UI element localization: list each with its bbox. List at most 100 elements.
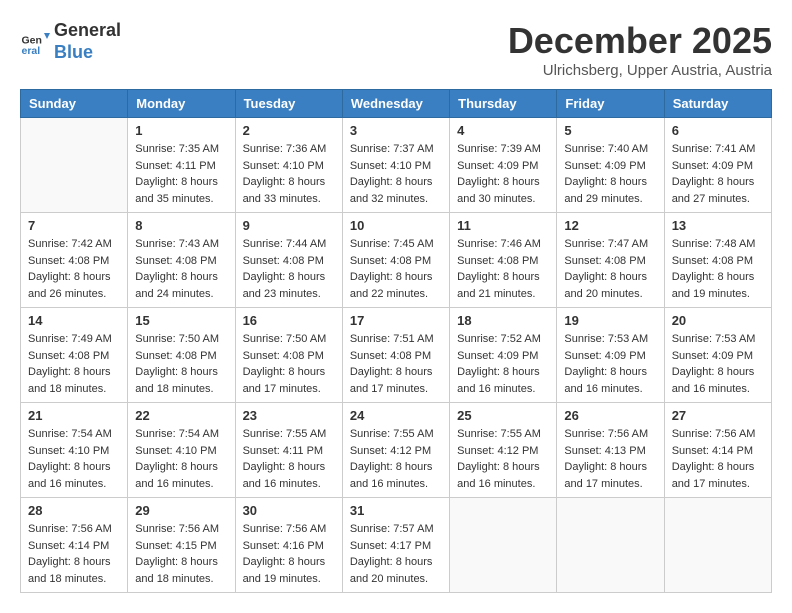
svg-text:eral: eral xyxy=(22,45,41,57)
calendar-week-row: 21 Sunrise: 7:54 AMSunset: 4:10 PMDayligh… xyxy=(21,403,772,498)
calendar-cell xyxy=(450,498,557,593)
day-number: 24 xyxy=(350,408,442,423)
day-info: Sunrise: 7:40 AMSunset: 4:09 PMDaylight:… xyxy=(564,141,656,207)
calendar-cell: 29 Sunrise: 7:56 AMSunset: 4:15 PMDayligh… xyxy=(128,498,235,593)
col-header-wednesday: Wednesday xyxy=(342,90,449,118)
day-info: Sunrise: 7:56 AMSunset: 4:16 PMDaylight:… xyxy=(243,521,335,587)
day-info: Sunrise: 7:48 AMSunset: 4:08 PMDaylight:… xyxy=(672,236,764,302)
calendar-cell: 12Sunrise: 7:47 AMSunset: 4:08 PMDayligh… xyxy=(557,213,664,308)
day-number: 26 xyxy=(564,408,656,423)
calendar-cell: 13 Sunrise: 7:48 AMSunset: 4:08 PMDayligh… xyxy=(664,213,771,308)
day-info: Sunrise: 7:55 AMSunset: 4:12 PMDaylight:… xyxy=(457,426,549,492)
month-title: December 2025 xyxy=(508,20,772,62)
calendar-cell: 16Sunrise: 7:50 AMSunset: 4:08 PMDayligh… xyxy=(235,308,342,403)
col-header-thursday: Thursday xyxy=(450,90,557,118)
day-info: Sunrise: 7:52 AMSunset: 4:09 PMDaylight:… xyxy=(457,331,549,397)
day-number: 31 xyxy=(350,503,442,518)
calendar-header-row: SundayMondayTuesdayWednesdayThursdayFrid… xyxy=(21,90,772,118)
location: Ulrichsberg, Upper Austria, Austria xyxy=(508,62,772,79)
day-number: 11 xyxy=(457,218,549,233)
calendar-cell: 6Sunrise: 7:41 AMSunset: 4:09 PMDaylight… xyxy=(664,118,771,213)
day-number: 15 xyxy=(135,313,227,328)
day-number: 10 xyxy=(350,218,442,233)
logo-icon: Gen eral xyxy=(20,27,50,57)
day-info: Sunrise: 7:35 AMSunset: 4:11 PMDaylight:… xyxy=(135,141,227,207)
day-info: Sunrise: 7:42 AMSunset: 4:08 PMDaylight:… xyxy=(28,236,120,302)
day-info: Sunrise: 7:56 AMSunset: 4:14 PMDaylight:… xyxy=(672,426,764,492)
col-header-sunday: Sunday xyxy=(21,90,128,118)
calendar-cell: 1 Sunrise: 7:35 AMSunset: 4:11 PMDaylight… xyxy=(128,118,235,213)
calendar-cell: 17Sunrise: 7:51 AMSunset: 4:08 PMDayligh… xyxy=(342,308,449,403)
day-info: Sunrise: 7:53 AMSunset: 4:09 PMDaylight:… xyxy=(672,331,764,397)
day-info: Sunrise: 7:56 AMSunset: 4:15 PMDaylight:… xyxy=(135,521,227,587)
day-info: Sunrise: 7:41 AMSunset: 4:09 PMDaylight:… xyxy=(672,141,764,207)
day-number: 25 xyxy=(457,408,549,423)
calendar-cell: 14Sunrise: 7:49 AMSunset: 4:08 PMDayligh… xyxy=(21,308,128,403)
day-number: 21 xyxy=(28,408,120,423)
day-number: 18 xyxy=(457,313,549,328)
day-info: Sunrise: 7:54 AMSunset: 4:10 PMDaylight:… xyxy=(28,426,120,492)
day-info: Sunrise: 7:39 AMSunset: 4:09 PMDaylight:… xyxy=(457,141,549,207)
calendar-cell: 10 Sunrise: 7:45 AMSunset: 4:08 PMDayligh… xyxy=(342,213,449,308)
day-number: 23 xyxy=(243,408,335,423)
col-header-saturday: Saturday xyxy=(664,90,771,118)
calendar-week-row: 7 Sunrise: 7:42 AMSunset: 4:08 PMDaylight… xyxy=(21,213,772,308)
day-number: 29 xyxy=(135,503,227,518)
day-number: 9 xyxy=(243,218,335,233)
title-block: December 2025 Ulrichsberg, Upper Austria… xyxy=(508,20,772,79)
calendar-cell: 5 Sunrise: 7:40 AMSunset: 4:09 PMDaylight… xyxy=(557,118,664,213)
day-info: Sunrise: 7:56 AMSunset: 4:13 PMDaylight:… xyxy=(564,426,656,492)
calendar-cell: 3Sunrise: 7:37 AMSunset: 4:10 PMDaylight… xyxy=(342,118,449,213)
calendar-cell: 31 Sunrise: 7:57 AMSunset: 4:17 PMDayligh… xyxy=(342,498,449,593)
day-number: 30 xyxy=(243,503,335,518)
day-number: 27 xyxy=(672,408,764,423)
calendar-cell: 21 Sunrise: 7:54 AMSunset: 4:10 PMDayligh… xyxy=(21,403,128,498)
col-header-tuesday: Tuesday xyxy=(235,90,342,118)
calendar-cell xyxy=(664,498,771,593)
calendar-cell: 28Sunrise: 7:56 AMSunset: 4:14 PMDayligh… xyxy=(21,498,128,593)
day-number: 5 xyxy=(564,123,656,138)
calendar-cell: 15Sunrise: 7:50 AMSunset: 4:08 PMDayligh… xyxy=(128,308,235,403)
calendar-cell xyxy=(557,498,664,593)
calendar-cell xyxy=(21,118,128,213)
calendar-cell: 23Sunrise: 7:55 AMSunset: 4:11 PMDayligh… xyxy=(235,403,342,498)
calendar-week-row: 1 Sunrise: 7:35 AMSunset: 4:11 PMDaylight… xyxy=(21,118,772,213)
day-info: Sunrise: 7:37 AMSunset: 4:10 PMDaylight:… xyxy=(350,141,442,207)
day-info: Sunrise: 7:51 AMSunset: 4:08 PMDaylight:… xyxy=(350,331,442,397)
day-number: 4 xyxy=(457,123,549,138)
calendar-week-row: 28Sunrise: 7:56 AMSunset: 4:14 PMDayligh… xyxy=(21,498,772,593)
day-info: Sunrise: 7:53 AMSunset: 4:09 PMDaylight:… xyxy=(564,331,656,397)
day-number: 20 xyxy=(672,313,764,328)
day-info: Sunrise: 7:46 AMSunset: 4:08 PMDaylight:… xyxy=(457,236,549,302)
logo-blue-text: Blue xyxy=(54,42,93,62)
day-info: Sunrise: 7:36 AMSunset: 4:10 PMDaylight:… xyxy=(243,141,335,207)
day-info: Sunrise: 7:44 AMSunset: 4:08 PMDaylight:… xyxy=(243,236,335,302)
day-info: Sunrise: 7:45 AMSunset: 4:08 PMDaylight:… xyxy=(350,236,442,302)
day-number: 7 xyxy=(28,218,120,233)
day-number: 14 xyxy=(28,313,120,328)
day-number: 8 xyxy=(135,218,227,233)
logo: Gen eral General Blue xyxy=(20,20,121,63)
calendar-cell: 26 Sunrise: 7:56 AMSunset: 4:13 PMDayligh… xyxy=(557,403,664,498)
col-header-friday: Friday xyxy=(557,90,664,118)
calendar-cell: 18 Sunrise: 7:52 AMSunset: 4:09 PMDayligh… xyxy=(450,308,557,403)
col-header-monday: Monday xyxy=(128,90,235,118)
day-info: Sunrise: 7:43 AMSunset: 4:08 PMDaylight:… xyxy=(135,236,227,302)
day-number: 19 xyxy=(564,313,656,328)
calendar-cell: 8 Sunrise: 7:43 AMSunset: 4:08 PMDaylight… xyxy=(128,213,235,308)
day-info: Sunrise: 7:47 AMSunset: 4:08 PMDaylight:… xyxy=(564,236,656,302)
day-number: 2 xyxy=(243,123,335,138)
calendar-cell: 19 Sunrise: 7:53 AMSunset: 4:09 PMDayligh… xyxy=(557,308,664,403)
day-number: 1 xyxy=(135,123,227,138)
day-number: 13 xyxy=(672,218,764,233)
day-info: Sunrise: 7:56 AMSunset: 4:14 PMDaylight:… xyxy=(28,521,120,587)
calendar-week-row: 14Sunrise: 7:49 AMSunset: 4:08 PMDayligh… xyxy=(21,308,772,403)
day-info: Sunrise: 7:57 AMSunset: 4:17 PMDaylight:… xyxy=(350,521,442,587)
calendar-cell: 25 Sunrise: 7:55 AMSunset: 4:12 PMDayligh… xyxy=(450,403,557,498)
calendar-cell: 20 Sunrise: 7:53 AMSunset: 4:09 PMDayligh… xyxy=(664,308,771,403)
day-number: 16 xyxy=(243,313,335,328)
calendar-cell: 7 Sunrise: 7:42 AMSunset: 4:08 PMDaylight… xyxy=(21,213,128,308)
day-number: 22 xyxy=(135,408,227,423)
day-info: Sunrise: 7:55 AMSunset: 4:12 PMDaylight:… xyxy=(350,426,442,492)
page-header: Gen eral General Blue December 2025 Ulri… xyxy=(20,20,772,79)
